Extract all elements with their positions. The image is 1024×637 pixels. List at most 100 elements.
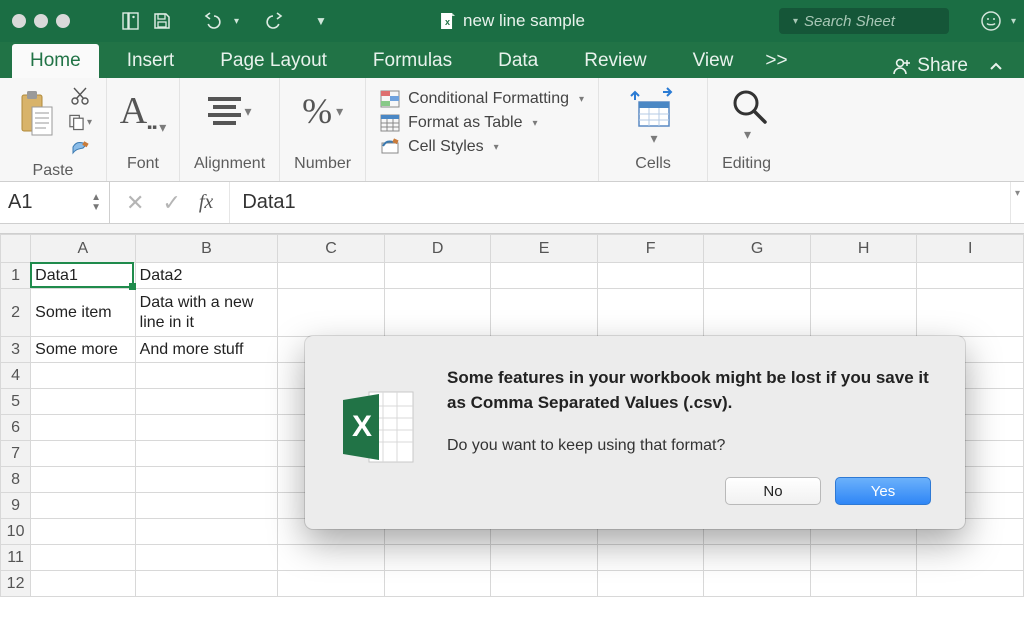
compose-icon[interactable] [118,9,142,33]
row-header[interactable]: 12 [1,571,31,597]
cell-B2[interactable]: Data with a new line in it [135,289,278,337]
cell-B8[interactable] [135,467,278,493]
search-input[interactable] [804,13,1003,30]
cell-D11[interactable] [384,545,491,571]
cell-G11[interactable] [704,545,811,571]
feedback-smile-icon[interactable] [979,9,1003,33]
cell-A1[interactable]: Data1 [31,263,136,289]
select-all-corner[interactable] [1,235,31,263]
cell-I11[interactable] [917,545,1024,571]
cell-A12[interactable] [31,571,136,597]
editing-icon[interactable] [729,86,765,122]
cell-G12[interactable] [704,571,811,597]
cell-D2[interactable] [384,289,491,337]
search-box[interactable]: ▾ [779,8,949,34]
close-window-icon[interactable] [12,14,26,28]
cell-H2[interactable] [810,289,917,337]
undo-icon[interactable] [200,9,224,33]
cell-B11[interactable] [135,545,278,571]
cell-C1[interactable] [278,263,385,289]
number-icon[interactable]: %▾ [301,86,345,136]
tab-insert[interactable]: Insert [109,44,193,78]
tabs-overflow-icon[interactable]: >> [761,44,791,78]
redo-icon[interactable] [263,9,287,33]
cell-B9[interactable] [135,493,278,519]
cell-A7[interactable] [31,441,136,467]
cell-B6[interactable] [135,415,278,441]
cell-F12[interactable] [597,571,704,597]
cell-E12[interactable] [491,571,598,597]
conditional-formatting-button[interactable]: Conditional Formatting ▾ [380,90,584,108]
dialog-yes-button[interactable]: Yes [835,477,931,505]
cell-H1[interactable] [810,263,917,289]
col-header-B[interactable]: B [135,235,278,263]
cell-A2[interactable]: Some item [31,289,136,337]
cell-F11[interactable] [597,545,704,571]
cell-A11[interactable] [31,545,136,571]
cell-C11[interactable] [278,545,385,571]
dialog-no-button[interactable]: No [725,477,821,505]
cell-A6[interactable] [31,415,136,441]
name-box[interactable]: A1 ▲▼ [0,182,110,223]
cell-C12[interactable] [278,571,385,597]
formula-bar-expand-icon[interactable]: ▾ [1010,182,1024,223]
cell-G1[interactable] [704,263,811,289]
row-header[interactable]: 10 [1,519,31,545]
cut-icon[interactable] [68,86,92,106]
tab-data[interactable]: Data [480,44,556,78]
col-header-I[interactable]: I [917,235,1024,263]
cell-F1[interactable] [597,263,704,289]
col-header-C[interactable]: C [278,235,385,263]
fx-label[interactable]: fx [199,191,213,214]
cell-A3[interactable]: Some more [31,337,136,363]
cell-B7[interactable] [135,441,278,467]
cells-icon[interactable] [629,86,677,126]
row-header[interactable]: 2 [1,289,31,337]
paste-icon[interactable] [14,86,58,142]
col-header-G[interactable]: G [704,235,811,263]
col-header-A[interactable]: A [31,235,136,263]
row-header[interactable]: 11 [1,545,31,571]
row-header[interactable]: 7 [1,441,31,467]
cell-H11[interactable] [810,545,917,571]
cell-B4[interactable] [135,363,278,389]
cell-I2[interactable] [917,289,1024,337]
row-header[interactable]: 4 [1,363,31,389]
tab-page-layout[interactable]: Page Layout [202,44,345,78]
cell-B1[interactable]: Data2 [135,263,278,289]
tab-view[interactable]: View [675,44,752,78]
cell-A10[interactable] [31,519,136,545]
cell-B10[interactable] [135,519,278,545]
zoom-window-icon[interactable] [56,14,70,28]
undo-dropdown-icon[interactable]: ▾ [234,16,239,27]
cell-I1[interactable] [917,263,1024,289]
feedback-dropdown-icon[interactable]: ▾ [1011,16,1016,27]
tab-review[interactable]: Review [566,44,664,78]
ribbon-collapse-icon[interactable] [982,54,1010,78]
formula-input[interactable] [230,182,1010,223]
share-button[interactable]: Share [891,55,968,77]
cell-A4[interactable] [31,363,136,389]
cell-A8[interactable] [31,467,136,493]
cell-D1[interactable] [384,263,491,289]
cell-E11[interactable] [491,545,598,571]
row-header[interactable]: 5 [1,389,31,415]
font-icon[interactable]: A▪▪▾ [121,86,165,136]
alignment-icon[interactable]: ▾ [208,86,252,136]
col-header-F[interactable]: F [597,235,704,263]
cell-C2[interactable] [278,289,385,337]
row-header[interactable]: 1 [1,263,31,289]
minimize-window-icon[interactable] [34,14,48,28]
col-header-E[interactable]: E [491,235,598,263]
row-header[interactable]: 3 [1,337,31,363]
row-header[interactable]: 6 [1,415,31,441]
cell-B3[interactable]: And more stuff [135,337,278,363]
cell-E1[interactable] [491,263,598,289]
row-header[interactable]: 9 [1,493,31,519]
qat-overflow-icon[interactable]: ▼ [315,14,327,28]
cell-B5[interactable] [135,389,278,415]
cell-D12[interactable] [384,571,491,597]
cancel-formula-icon[interactable]: ✕ [126,190,144,216]
cell-I12[interactable] [917,571,1024,597]
col-header-H[interactable]: H [810,235,917,263]
